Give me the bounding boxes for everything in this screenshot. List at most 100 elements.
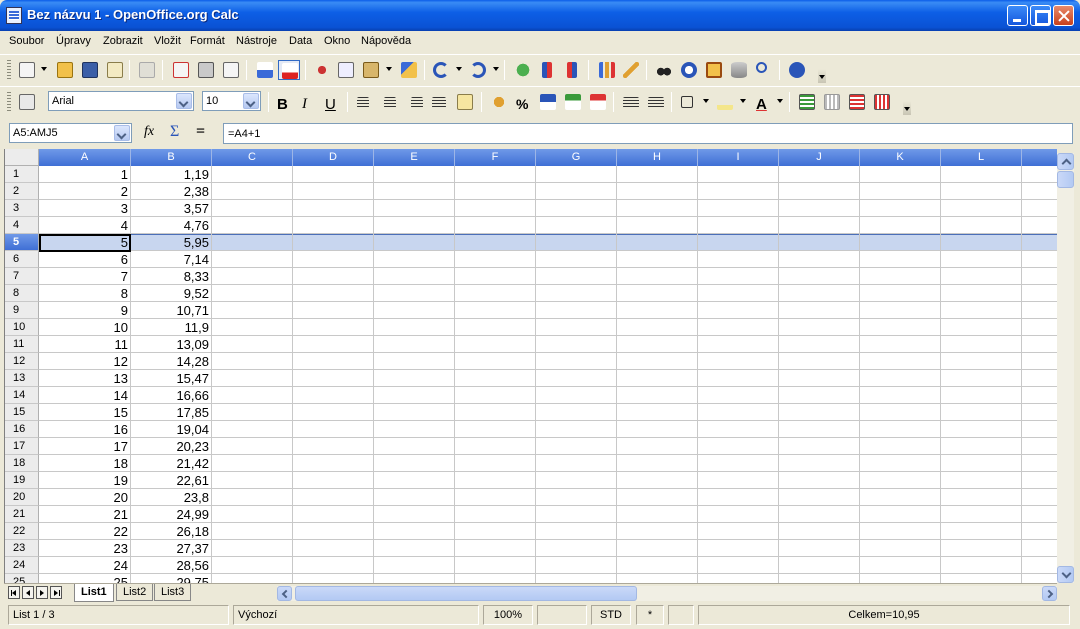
cell-a17[interactable]: 17 <box>39 438 131 455</box>
italic-button[interactable]: I <box>296 92 318 112</box>
zoom-button[interactable] <box>753 60 775 80</box>
new-dropdown-arrow[interactable] <box>41 67 47 71</box>
edit-file-button[interactable] <box>136 60 158 80</box>
justify-button[interactable] <box>429 92 451 112</box>
row-header-16[interactable]: 16 <box>5 421 39 438</box>
column-header-j[interactable]: J <box>779 149 860 166</box>
sort-ascending-button[interactable] <box>536 60 558 80</box>
status-zoom[interactable]: 100% <box>483 605 533 625</box>
scroll-up-button[interactable] <box>1057 153 1074 170</box>
sort-descending-button[interactable] <box>561 60 583 80</box>
cell-b14[interactable]: 16,66 <box>131 387 212 404</box>
column-header-a[interactable]: A <box>39 149 131 166</box>
cell-a9[interactable]: 9 <box>39 302 131 319</box>
minimize-button[interactable] <box>1007 5 1028 26</box>
delete-columns-button[interactable] <box>871 92 893 112</box>
menu-zobrazit[interactable]: Zobrazit <box>103 35 143 47</box>
row-header-1[interactable]: 1 <box>5 166 39 183</box>
menu-okno[interactable]: Okno <box>324 35 350 47</box>
insert-columns-button[interactable] <box>821 92 843 112</box>
column-header-h[interactable]: H <box>617 149 698 166</box>
font-color-button[interactable]: A <box>751 92 773 113</box>
row-header-7[interactable]: 7 <box>5 268 39 285</box>
spellcheck-button[interactable] <box>254 60 276 80</box>
column-header-i[interactable]: I <box>698 149 779 166</box>
previous-sheet-button[interactable] <box>22 586 34 599</box>
status-page-style[interactable]: Výchozí <box>233 605 479 625</box>
menu-data[interactable]: Data <box>289 35 312 47</box>
row-header-20[interactable]: 20 <box>5 489 39 506</box>
redo-dropdown-arrow[interactable] <box>493 67 499 71</box>
row-header-11[interactable]: 11 <box>5 336 39 353</box>
gallery-button[interactable] <box>703 60 725 80</box>
cell-a8[interactable]: 8 <box>39 285 131 302</box>
row-header-5[interactable]: 5 <box>5 234 39 251</box>
formula-input[interactable]: =A4+1 <box>223 123 1073 144</box>
currency-format-button[interactable] <box>488 92 510 112</box>
row-header-13[interactable]: 13 <box>5 370 39 387</box>
undo-button[interactable] <box>430 60 452 80</box>
merge-cells-button[interactable] <box>454 92 476 112</box>
cell-a21[interactable]: 21 <box>39 506 131 523</box>
maximize-button[interactable] <box>1030 5 1051 26</box>
insert-rows-button[interactable] <box>796 92 818 112</box>
row-header-6[interactable]: 6 <box>5 251 39 268</box>
toolbar-overflow-button[interactable] <box>818 69 826 83</box>
cell-b13[interactable]: 15,47 <box>131 370 212 387</box>
select-all-corner[interactable] <box>5 149 39 166</box>
undo-dropdown-arrow[interactable] <box>456 67 462 71</box>
row-header-2[interactable]: 2 <box>5 183 39 200</box>
cell-a14[interactable]: 14 <box>39 387 131 404</box>
last-sheet-button[interactable] <box>50 586 62 599</box>
vertical-scroll-thumb[interactable] <box>1057 171 1074 188</box>
draw-functions-button[interactable] <box>620 60 642 80</box>
cell-b20[interactable]: 23,8 <box>131 489 212 506</box>
cell-b2[interactable]: 2,38 <box>131 183 212 200</box>
vertical-scrollbar[interactable] <box>1057 153 1074 583</box>
cut-button[interactable] <box>311 60 333 80</box>
cell-a18[interactable]: 18 <box>39 455 131 472</box>
chart-button[interactable] <box>596 60 618 80</box>
paste-button[interactable] <box>360 60 382 80</box>
status-sum[interactable]: Celkem=10,95 <box>698 605 1070 625</box>
cell-a6[interactable]: 6 <box>39 251 131 268</box>
delete-rows-button[interactable] <box>846 92 868 112</box>
status-signature[interactable] <box>668 605 694 625</box>
column-header-c[interactable]: C <box>212 149 293 166</box>
menu-napoveda[interactable]: Nápověda <box>361 35 411 47</box>
cell-a24[interactable]: 24 <box>39 557 131 574</box>
cell-a3[interactable]: 3 <box>39 200 131 217</box>
cell-b7[interactable]: 8,33 <box>131 268 212 285</box>
menu-format[interactable]: Formát <box>190 35 225 47</box>
toolbar-overflow-button[interactable] <box>903 101 911 115</box>
horizontal-scroll-thumb[interactable] <box>295 586 637 601</box>
delete-decimal-button[interactable] <box>587 92 609 112</box>
cell-a13[interactable]: 13 <box>39 370 131 387</box>
cell-b10[interactable]: 11,9 <box>131 319 212 336</box>
cell-b16[interactable]: 19,04 <box>131 421 212 438</box>
row-header-17[interactable]: 17 <box>5 438 39 455</box>
column-header-overflow[interactable] <box>1022 149 1057 166</box>
function-button[interactable]: = <box>191 123 213 143</box>
bold-button[interactable]: B <box>272 92 294 113</box>
borders-button[interactable] <box>678 92 700 112</box>
align-right-button[interactable] <box>404 92 426 112</box>
copy-button[interactable] <box>335 60 357 80</box>
font-name-combo[interactable]: Arial <box>48 91 194 111</box>
cell-b11[interactable]: 13,09 <box>131 336 212 353</box>
scroll-left-button[interactable] <box>277 586 292 601</box>
decrease-indent-button[interactable] <box>620 92 642 112</box>
font-color-dropdown-arrow[interactable] <box>777 99 783 103</box>
column-header-k[interactable]: K <box>860 149 941 166</box>
chevron-down-icon[interactable] <box>114 125 130 141</box>
redo-button[interactable] <box>467 60 489 80</box>
menu-soubor[interactable]: Soubor <box>9 35 44 47</box>
row-header-12[interactable]: 12 <box>5 353 39 370</box>
cell-a4[interactable]: 4 <box>39 217 131 234</box>
sheet-tab-list3[interactable]: List3 <box>154 584 192 601</box>
cell-b4[interactable]: 4,76 <box>131 217 212 234</box>
cell-a19[interactable]: 19 <box>39 472 131 489</box>
cell-b21[interactable]: 24,99 <box>131 506 212 523</box>
horizontal-scrollbar[interactable] <box>277 586 1057 601</box>
paste-dropdown-arrow[interactable] <box>386 67 392 71</box>
